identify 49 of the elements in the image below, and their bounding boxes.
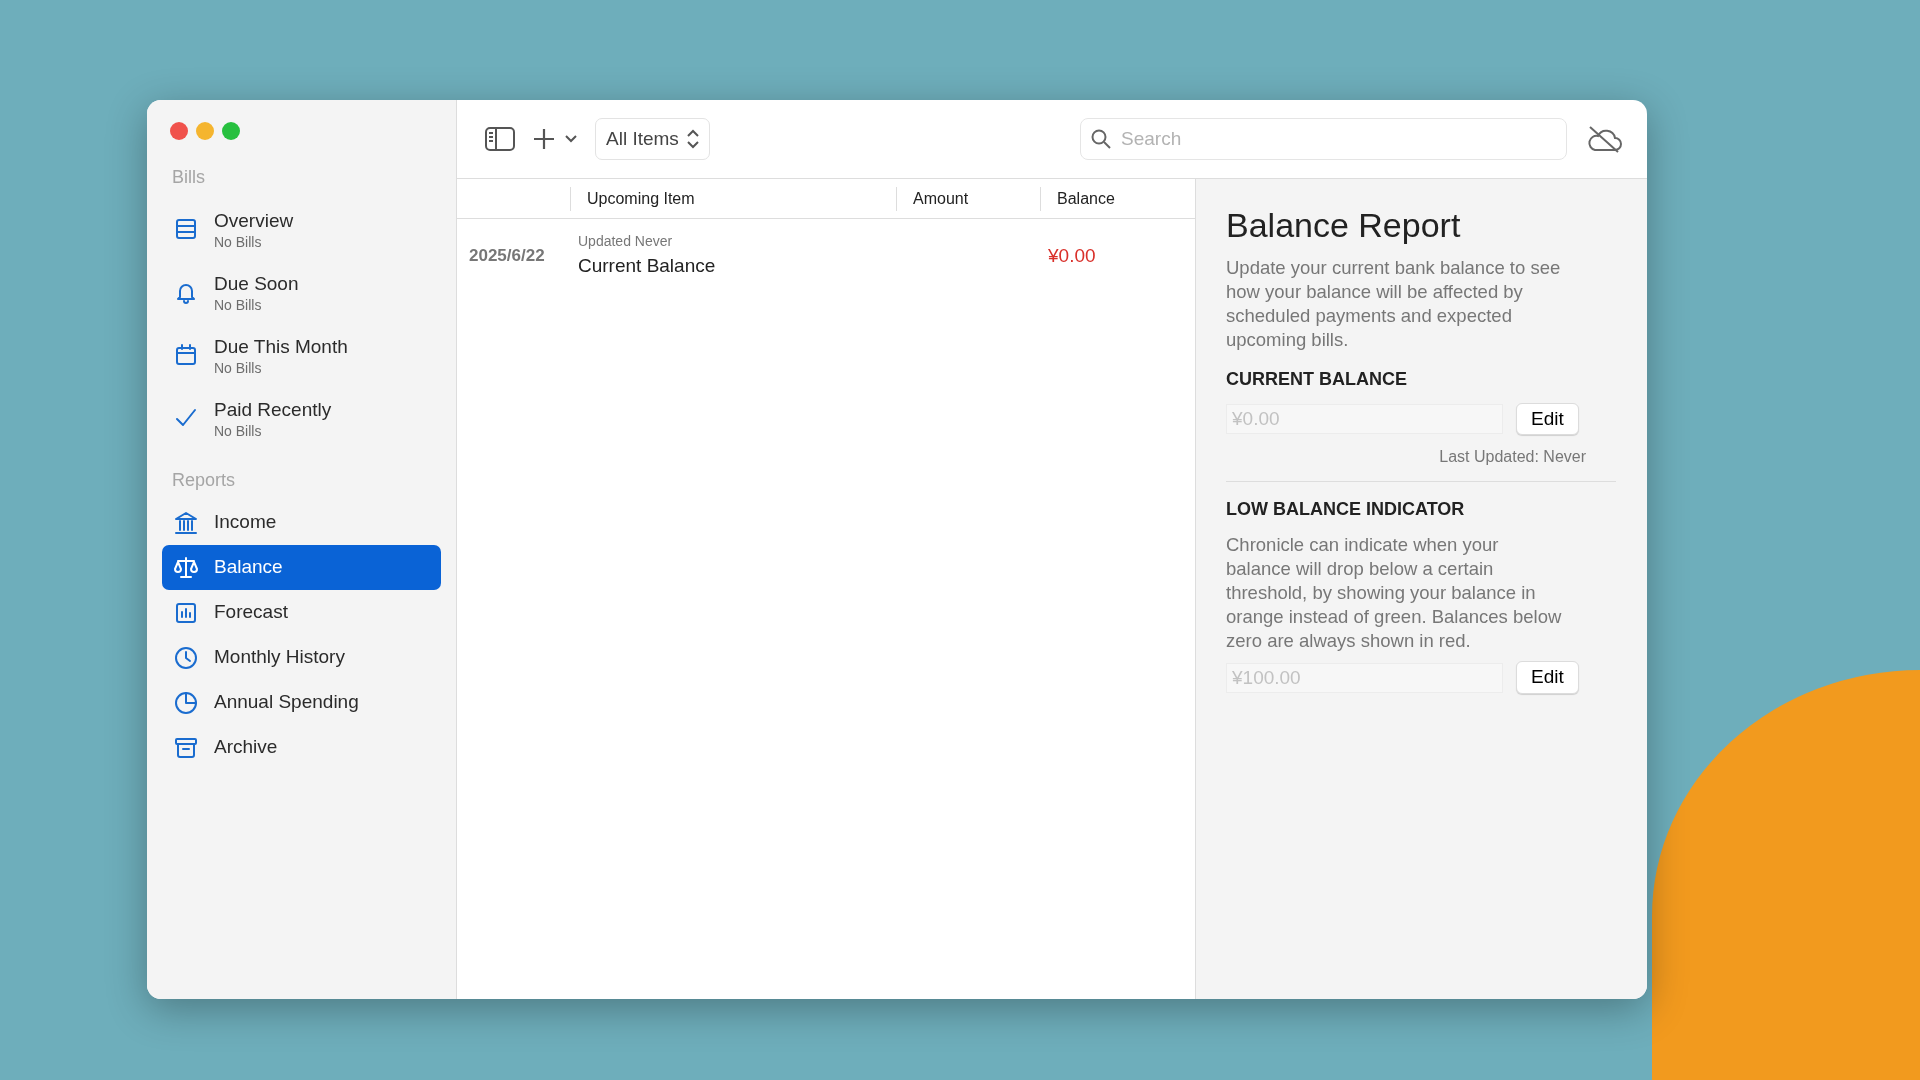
sidebar-item[interactable]: Balance: [162, 545, 441, 590]
date-cell-text: 2025/6/22: [468, 245, 546, 268]
item-label: Due Soon: [214, 271, 299, 296]
item-label: Annual Spending: [214, 690, 359, 715]
item-label: Income: [214, 510, 277, 535]
section-heading: CURRENT BALANCE: [1226, 367, 1408, 391]
item-label: Balance: [214, 555, 283, 580]
last-updated-text: Last Updated: Never: [1438, 447, 1586, 468]
sidebar-item[interactable]: Income: [162, 500, 441, 545]
item-title: Current Balance: [578, 254, 717, 279]
edit-button[interactable]: Edit: [1516, 661, 1579, 694]
sidebar-item[interactable]: Due Soon No Bills: [162, 260, 441, 323]
report-description: Update your current bank balance to see how your balance will be affected by scheduled payments and expected upcoming bills.: [1226, 255, 1562, 352]
column-header[interactable]: Amount: [896, 186, 1040, 211]
report-title: Balance Report: [1226, 205, 1462, 246]
balance-cell-text: ¥0.00: [1047, 243, 1097, 268]
sidebar-item[interactable]: Monthly History: [162, 635, 441, 680]
filter-popup[interactable]: All Items: [595, 117, 710, 161]
sidebar-item[interactable]: Paid Recently No Bills: [162, 386, 441, 449]
item-subtitle: No Bills: [214, 235, 263, 251]
item-note: Updated Never: [578, 232, 674, 252]
sidebar-item[interactable]: Forecast: [162, 590, 441, 635]
up-down-chevron-icon: [686, 129, 699, 149]
section-description: Chronicle can indicate when your balance will drop below a certain threshold, by showing your balance in orange instead of green. Balances below zero are always shown in red.: [1226, 533, 1562, 654]
item-label: Due This Month: [214, 334, 348, 359]
sidebar-item[interactable]: Archive: [162, 725, 441, 770]
close-button[interactable]: [170, 122, 188, 140]
item-label: Overview: [214, 208, 294, 233]
column-header[interactable]: Upcoming Item: [570, 186, 896, 211]
column-header[interactable]: Balance: [1040, 186, 1195, 211]
item-subtitle: No Bills: [214, 424, 263, 440]
search-field[interactable]: Search: [1080, 118, 1567, 160]
item-subtitle: No Bills: [214, 298, 263, 314]
item-label: Monthly History: [214, 645, 345, 670]
section-header: Bills: [172, 166, 206, 189]
edit-button[interactable]: Edit: [1516, 402, 1579, 436]
sidebar-item[interactable]: Overview No Bills: [162, 197, 441, 260]
cloud-off-icon[interactable]: [1585, 124, 1623, 154]
sidebar-item[interactable]: Annual Spending: [162, 680, 441, 725]
add-icon[interactable]: [533, 128, 555, 150]
section-header: Reports: [172, 469, 237, 492]
chevron-down-icon[interactable]: [565, 135, 577, 143]
item-label: Forecast: [214, 600, 288, 625]
sidebar-toggle-icon[interactable]: [485, 127, 515, 151]
item-label: Paid Recently: [214, 397, 332, 422]
item-label: Archive: [214, 735, 278, 760]
section-heading: LOW BALANCE INDICATOR: [1226, 498, 1466, 522]
sidebar-item[interactable]: Due This Month No Bills: [162, 323, 441, 386]
item-subtitle: No Bills: [214, 361, 263, 377]
